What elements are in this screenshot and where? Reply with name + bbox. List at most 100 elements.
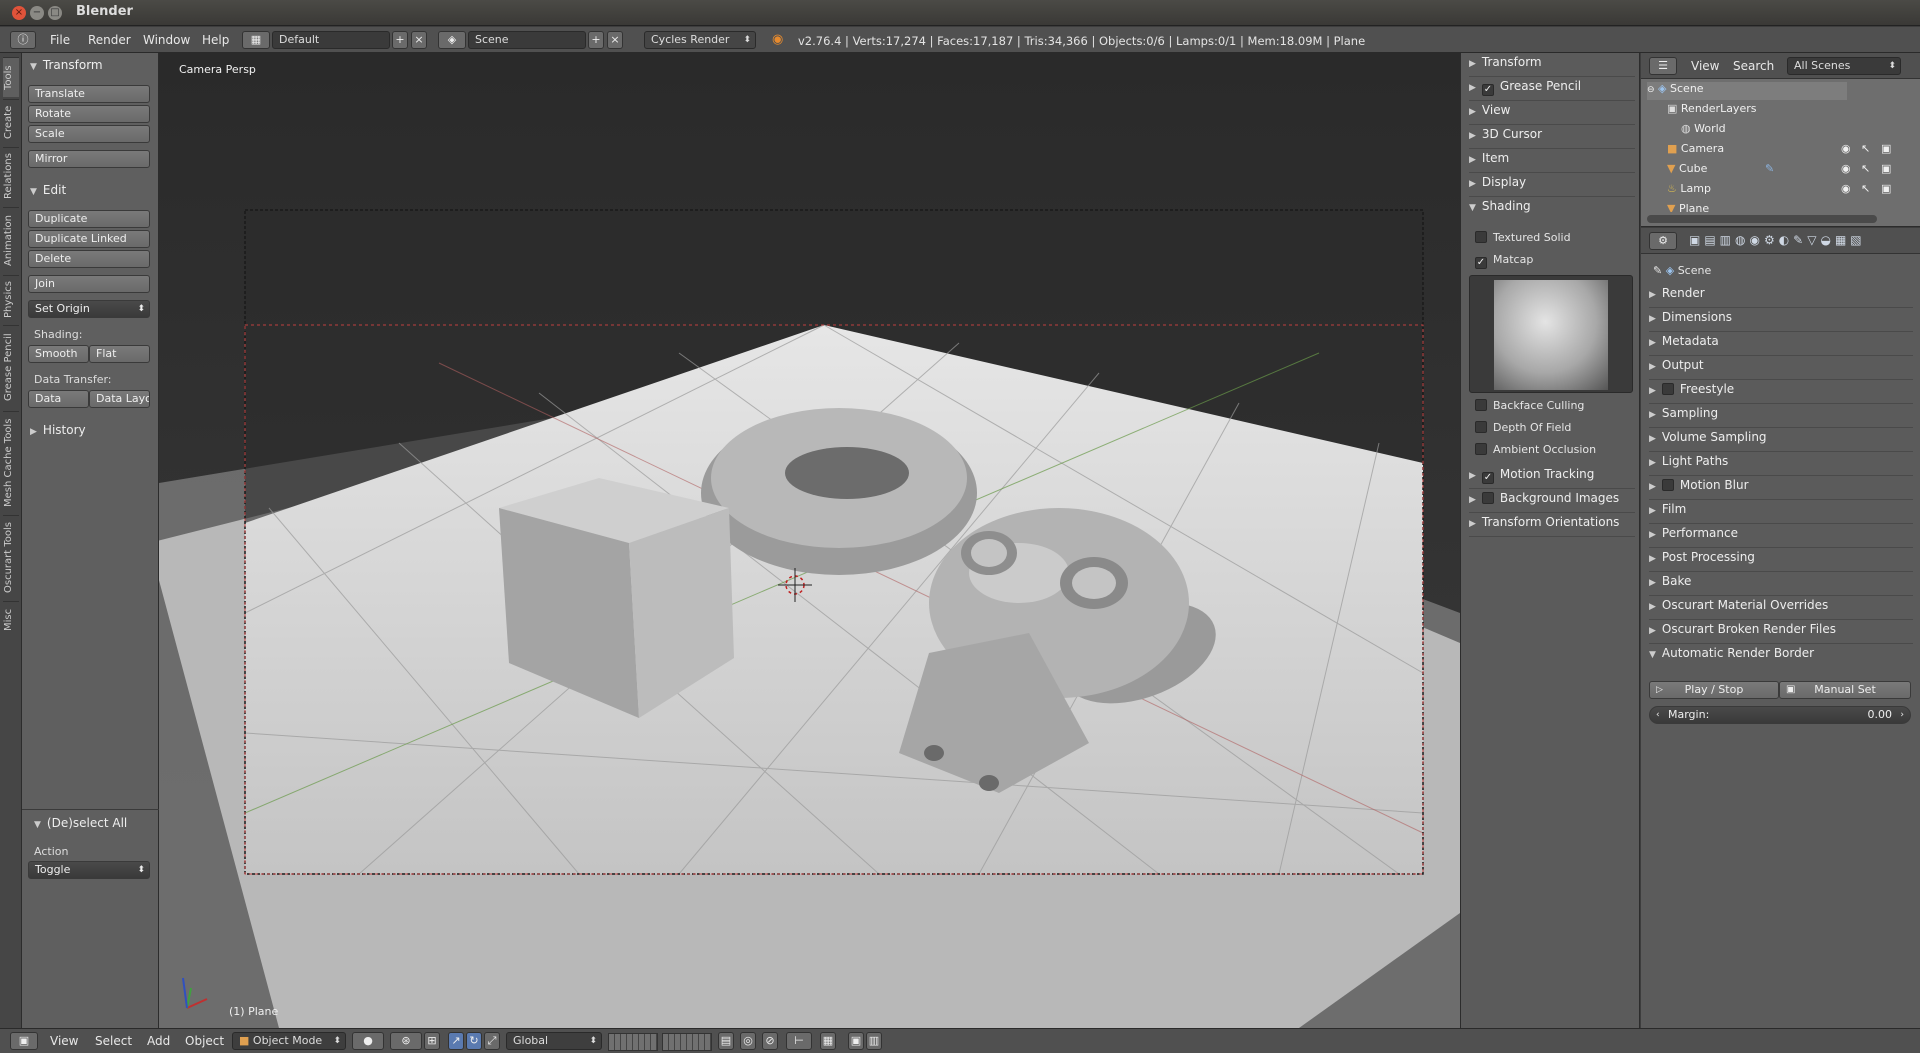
ambient-occlusion-checkbox[interactable] [1475,443,1487,455]
matcap-preview[interactable] [1469,275,1633,393]
backface-culling-toggle[interactable]: Backface Culling [1475,399,1584,412]
lock-layers-icon[interactable]: ▤ [718,1032,734,1050]
mode-selector[interactable]: ■ Object Mode ⬍ [232,1032,346,1050]
scene-icon[interactable]: ◈ [438,31,466,49]
outliner-item-cube[interactable]: ▼ Cube ✎ ◉ ↖ ▣ [1667,162,1915,180]
menu-add[interactable]: Add [147,1034,170,1048]
remove-layout-icon[interactable]: × [411,31,427,49]
depth-of-field-toggle[interactable]: Depth Of Field [1475,421,1571,434]
panel-transform[interactable]: ▶ Transform [1469,55,1635,77]
outliner-editor-icon[interactable]: ☰ [1649,57,1677,75]
menu-file[interactable]: File [50,33,70,47]
translate-manipulator-icon[interactable]: ↗ [448,1032,464,1050]
render-icon[interactable]: ▣ [1881,182,1891,195]
outliner-horizontal-scrollbar[interactable] [1647,215,1877,223]
textured-solid-checkbox[interactable] [1475,231,1487,243]
menu-select[interactable]: Select [95,1034,132,1048]
data-transfer-button[interactable]: Data [28,390,89,408]
tab-relations[interactable]: Relations [3,147,19,205]
duplicate-linked-button[interactable]: Duplicate Linked [28,230,150,248]
tab-create[interactable]: Create [3,99,19,145]
matcap-toggle[interactable]: ✓ Matcap [1475,253,1533,269]
backface-culling-checkbox[interactable] [1475,399,1487,411]
eye-icon[interactable]: ◉ [1841,182,1851,195]
tab-grease-pencil[interactable]: Grease Pencil [3,325,19,409]
set-origin-dropdown[interactable]: Set Origin ⬍ [28,300,150,318]
context-tabs-icons[interactable]: ▣▤▥◍◉⚙◐✎▽◒▦▧ [1689,233,1866,247]
motion-tracking-checkbox[interactable]: ✓ [1481,472,1494,484]
layout-icon[interactable]: ▦ [242,31,270,49]
outliner-item-lamp[interactable]: ♨ Lamp ◉ ↖ ▣ [1667,182,1915,200]
rotate-button[interactable]: Rotate [28,105,150,123]
play-stop-button[interactable]: ▷ Play / Stop [1649,681,1779,699]
render-icon[interactable]: ▣ [1881,162,1891,175]
eye-icon[interactable]: ◉ [1841,142,1851,155]
panel-transform-header[interactable]: ▼ Transform [30,58,103,72]
layer-buttons-left[interactable] [608,1033,658,1051]
menu-view[interactable]: View [50,1034,78,1048]
action-dropdown[interactable]: Toggle ⬍ [28,861,150,879]
delete-button[interactable]: Delete [28,250,150,268]
pin-icon[interactable]: ✎ [1653,264,1662,277]
translate-button[interactable]: Translate [28,85,150,103]
outliner-item-world[interactable]: ◍ World [1681,122,1726,140]
smooth-button[interactable]: Smooth [28,345,89,363]
duplicate-button[interactable]: Duplicate [28,210,150,228]
torus-mesh[interactable] [701,408,977,575]
panel-transform-orientations[interactable]: ▶ Transform Orientations [1469,515,1635,537]
panel-3d-cursor[interactable]: ▶ 3D Cursor [1469,127,1635,149]
menu-render[interactable]: Render [88,33,131,47]
layout-selector[interactable]: Default [272,31,390,49]
props-panel-post-processing[interactable]: ▶ Post Processing [1649,550,1913,572]
outliner-menu-view[interactable]: View [1691,59,1719,73]
outliner-item-camera[interactable]: ■ Camera ◉ ↖ ▣ [1667,142,1915,160]
props-panel-bake[interactable]: ▶ Bake [1649,574,1913,596]
transform-orientation-selector[interactable]: Global ⬍ [506,1032,602,1050]
flat-button[interactable]: Flat [89,345,150,363]
panel-display[interactable]: ▶ Display [1469,175,1635,197]
props-panel-output[interactable]: ▶ Output [1649,358,1913,380]
motion-blur-checkbox[interactable] [1661,479,1674,491]
props-panel-motion-blur[interactable]: ▶ Motion Blur [1649,478,1913,500]
freestyle-checkbox[interactable] [1661,383,1674,395]
add-scene-icon[interactable]: + [588,31,604,49]
props-panel-freestyle[interactable]: ▶ Freestyle [1649,382,1913,404]
layer-buttons-right[interactable] [662,1033,712,1051]
cursor-icon[interactable]: ↖ [1861,162,1870,175]
menu-window[interactable]: Window [143,33,190,47]
panel-background-images[interactable]: ▶ Background Images [1469,491,1635,513]
eye-icon[interactable]: ◉ [1841,162,1851,175]
tab-animation[interactable]: Animation [3,207,19,273]
menu-help[interactable]: Help [202,33,229,47]
menu-object[interactable]: Object [185,1034,224,1048]
outliner-menu-search[interactable]: Search [1733,59,1774,73]
tab-oscurart-tools[interactable]: Oscurart Tools [3,515,19,599]
outliner-item-plane[interactable]: ▼ Plane [1667,202,1709,212]
background-images-checkbox[interactable] [1481,492,1494,504]
data-layout-button[interactable]: Data Layo [89,390,150,408]
ambient-occlusion-toggle[interactable]: Ambient Occlusion [1475,443,1596,456]
3d-viewport[interactable]: Camera Persp (1) Plane [159,53,1460,1028]
render-icon[interactable]: ▣ [1881,142,1891,155]
snap-toggle-icon[interactable]: ⊘ [762,1032,778,1050]
panel-item[interactable]: ▶ Item [1469,151,1635,173]
props-panel-performance[interactable]: ▶ Performance [1649,526,1913,548]
tab-mesh-cache-tools[interactable]: Mesh Cache Tools [3,411,19,513]
props-panel-volume-sampling[interactable]: ▶ Volume Sampling [1649,430,1913,452]
close-icon[interactable]: × [12,6,26,20]
properties-editor-icon[interactable]: ⚙ [1649,232,1677,250]
add-layout-icon[interactable]: + [392,31,408,49]
minimize-icon[interactable]: − [30,6,44,20]
cursor-icon[interactable]: ↖ [1861,142,1870,155]
proportional-edit-icon[interactable]: ◎ [740,1032,756,1050]
tab-physics[interactable]: Physics [3,275,19,323]
grease-pencil-checkbox[interactable]: ✓ [1481,84,1494,96]
margin-field[interactable]: ‹ Margin: 0.00 › [1649,706,1911,724]
tab-tools[interactable]: Tools [3,57,19,97]
props-panel-dimensions[interactable]: ▶ Dimensions [1649,310,1913,332]
tab-misc[interactable]: Misc [3,601,19,637]
outliner-display-mode[interactable]: All Scenes ⬍ [1787,57,1901,75]
remove-scene-icon[interactable]: × [607,31,623,49]
panel-edit-header[interactable]: ▼ Edit [30,183,66,197]
wrench-icon[interactable]: ✎ [1765,162,1774,175]
